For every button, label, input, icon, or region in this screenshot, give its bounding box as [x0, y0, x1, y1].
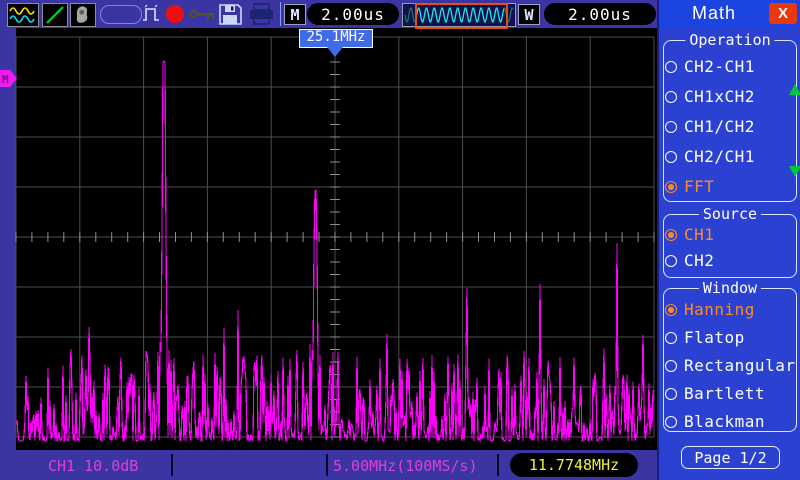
source-option-ch1[interactable]: CH1	[665, 226, 714, 243]
option-label: Rectangular	[684, 356, 795, 375]
window-option-flatop[interactable]: Flatop	[665, 329, 745, 346]
channels-waveform-glyph	[8, 4, 38, 26]
radio-icon	[665, 255, 677, 267]
source-option-ch2[interactable]: CH2	[665, 252, 714, 269]
frequency-counter-badge: 11.7748MHz	[510, 453, 638, 477]
option-label: CH2-CH1	[684, 57, 755, 76]
print-glyph	[248, 3, 275, 25]
record-icon[interactable]	[165, 4, 185, 24]
group-window-label: Window	[699, 279, 761, 297]
channels-waveform-icon[interactable]	[7, 3, 39, 27]
cursor-line-glyph	[43, 4, 67, 26]
keylock-icon[interactable]	[189, 8, 216, 21]
empty-slot-button[interactable]	[100, 5, 142, 24]
record-glyph	[165, 4, 185, 24]
window-option-hanning[interactable]: Hanning	[665, 301, 755, 318]
snapshot-icon[interactable]	[70, 3, 96, 27]
pulse-width-glyph	[142, 4, 163, 24]
operation-option-ch1-div-ch2[interactable]: CH1/CH2	[665, 118, 755, 135]
window-option-bartlett[interactable]: Bartlett	[665, 385, 765, 402]
option-label: CH2/CH1	[684, 147, 755, 166]
status-divider	[497, 454, 499, 476]
status-divider	[171, 454, 173, 476]
option-label: Bartlett	[684, 384, 765, 403]
top-toolbar: M 2.00us W 2.00us	[0, 0, 657, 28]
peak-frequency-marker[interactable]: 25.1MHz	[299, 29, 373, 48]
math-menu: Math X Operation CH2-CH1 CH1xCH2 CH1/CH2…	[657, 0, 800, 480]
fft-graticule-and-trace	[0, 28, 657, 450]
radio-icon	[665, 91, 677, 103]
frequency-counter-value: 11.7748MHz	[529, 456, 619, 474]
pulse-width-icon[interactable]	[142, 4, 163, 24]
radio-icon	[665, 332, 677, 344]
save-glyph	[218, 3, 242, 25]
radio-icon	[665, 61, 677, 73]
math-trace-position-marker[interactable]: M	[0, 70, 17, 87]
preview-window-selector[interactable]	[415, 3, 508, 29]
toolbar-divider	[280, 2, 281, 26]
save-icon[interactable]	[218, 3, 242, 25]
main-timebase-badge: M	[284, 4, 306, 25]
option-label: CH2	[684, 251, 714, 270]
close-icon: X	[778, 5, 788, 22]
page-button[interactable]: Page 1/2	[681, 446, 780, 469]
window-option-blackman[interactable]: Blackman	[665, 413, 765, 430]
option-label: CH1xCH2	[684, 87, 755, 106]
radio-icon	[665, 229, 677, 241]
radio-icon	[665, 151, 677, 163]
status-bar: CH1 10.0dB 5.00MHz(100MS/s) 11.7748MHz	[0, 450, 657, 480]
radio-icon	[665, 181, 677, 193]
window-timebase-badge: W	[518, 4, 540, 25]
option-label: Blackman	[684, 412, 765, 431]
option-label: CH1	[684, 225, 714, 244]
page-button-label: Page 1/2	[694, 449, 766, 467]
close-button[interactable]: X	[769, 3, 797, 24]
radio-icon	[665, 416, 677, 428]
keylock-glyph	[189, 8, 216, 21]
status-divider	[326, 454, 328, 476]
oscilloscope-screen: M 2.00us W 2.00us 25.1MHz M Math X Opera…	[0, 0, 800, 480]
window-timebase-readout: 2.00us	[544, 3, 656, 25]
scroll-up-icon[interactable]	[789, 84, 800, 95]
sample-rate-readout: 5.00MHz(100MS/s)	[333, 457, 478, 475]
option-label: Flatop	[684, 328, 745, 347]
option-label: CH1/CH2	[684, 117, 755, 136]
group-source-label: Source	[699, 205, 761, 223]
operation-option-fft[interactable]: FFT	[665, 178, 714, 195]
menu-title: Math	[659, 3, 769, 24]
waveform-preview	[402, 3, 516, 27]
operation-option-ch2-div-ch1[interactable]: CH2/CH1	[665, 148, 755, 165]
print-icon[interactable]	[248, 3, 275, 25]
radio-icon	[665, 304, 677, 316]
menu-title-bar: Math X	[659, 0, 800, 28]
cursor-line-icon[interactable]	[42, 3, 68, 27]
snapshot-glyph	[71, 4, 95, 26]
option-label: FFT	[684, 177, 714, 196]
operation-option-ch1-times-ch2[interactable]: CH1xCH2	[665, 88, 755, 105]
operation-option-ch2-minus-ch1[interactable]: CH2-CH1	[665, 58, 755, 75]
radio-icon	[665, 388, 677, 400]
math-marker-letter: M	[2, 73, 9, 86]
radio-icon	[665, 121, 677, 133]
window-option-rectangular[interactable]: Rectangular	[665, 357, 795, 374]
channel-scale-readout: CH1 10.0dB	[48, 457, 138, 475]
scroll-down-icon[interactable]	[789, 166, 800, 177]
radio-icon	[665, 360, 677, 372]
peak-frequency-marker-pointer	[327, 47, 343, 57]
group-operation-label: Operation	[685, 31, 774, 49]
main-timebase-readout: 2.00us	[307, 3, 399, 25]
option-label: Hanning	[684, 300, 755, 319]
